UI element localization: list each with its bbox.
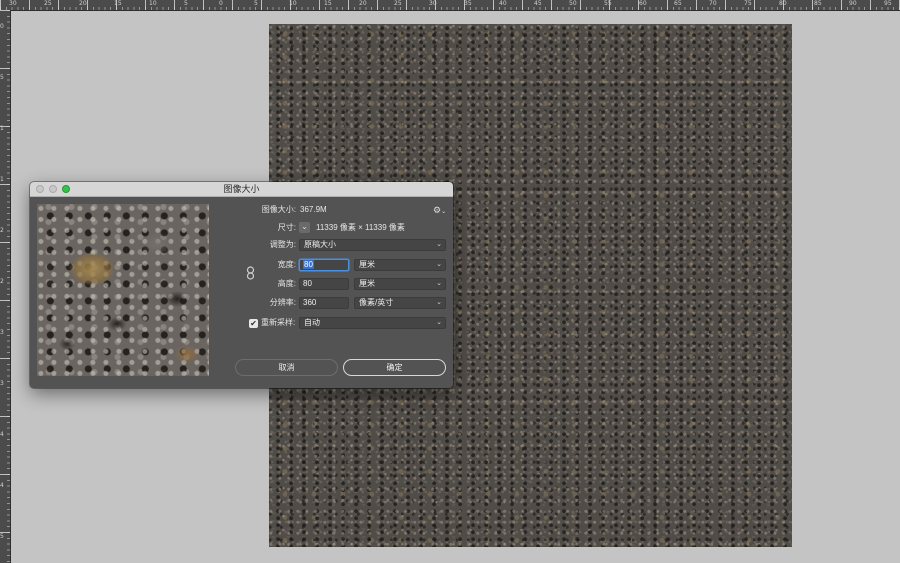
image-size-dialog: 图像大小 图像大小: 367.9M ⚙⌄ 尺寸: ⌄ 11339 像素 × 11… (30, 182, 453, 388)
ruler-number: 20 (79, 0, 87, 7)
ruler-number: 1 (0, 176, 4, 183)
chevron-down-icon: ⌄ (436, 280, 442, 287)
width-input-value: 80 (303, 260, 314, 269)
ruler-number: 3 (0, 329, 4, 336)
ruler-number: 25 (44, 0, 52, 7)
height-unit-value: 厘米 (359, 279, 375, 288)
dimensions-value: 11339 像素 × 11339 像素 (316, 223, 405, 232)
ruler-number: 75 (744, 0, 752, 7)
ruler-number: 15 (324, 0, 332, 7)
ruler-number: 15 (114, 0, 122, 7)
checkmark-icon: ✔ (250, 319, 257, 328)
resample-label: 重新采样: (261, 318, 296, 327)
resolution-unit-select[interactable]: 像素/英寸 ⌄ (354, 297, 446, 309)
width-unit-value: 厘米 (359, 260, 375, 269)
ruler-number: 4 (0, 482, 4, 489)
image-size-label: 图像大小: (261, 205, 296, 214)
ruler-number: 80 (779, 0, 787, 7)
gear-icon[interactable]: ⚙⌄ (433, 205, 446, 217)
height-input[interactable]: 80 (299, 278, 349, 290)
chevron-down-icon: ⌄ (436, 241, 442, 248)
ruler-number: 5 (0, 74, 4, 81)
height-unit-select[interactable]: 厘米 ⌄ (354, 278, 446, 290)
resolution-label: 分辨率: (269, 298, 296, 307)
ruler-number: 95 (884, 0, 892, 7)
dimensions-label: 尺寸: (277, 223, 296, 232)
cancel-button[interactable]: 取消 (235, 359, 338, 376)
ruler-number: 10 (289, 0, 297, 7)
vertical-ruler[interactable]: 0 5 1 1 2 2 3 3 4 4 5 (0, 10, 11, 563)
width-unit-select[interactable]: 厘米 ⌄ (354, 259, 446, 271)
image-size-value: 367.9M (300, 205, 327, 214)
ruler-number: 5 (184, 0, 188, 7)
ruler-number: 0 (0, 23, 4, 30)
ruler-number: 65 (674, 0, 682, 7)
ok-button[interactable]: 确定 (343, 359, 446, 376)
ruler-number: 20 (359, 0, 367, 7)
ruler-number: 10 (149, 0, 157, 7)
resample-method-select[interactable]: 自动 ⌄ (299, 317, 446, 329)
ruler-number: 3 (0, 380, 4, 387)
dimensions-unit-dropdown-button[interactable]: ⌄ (299, 222, 310, 233)
resolution-unit-value: 像素/英寸 (359, 298, 394, 307)
height-input-value: 80 (303, 279, 312, 288)
ruler-number: 30 (9, 0, 17, 7)
chevron-down-icon: ⌄ (436, 319, 442, 326)
ruler-number: 70 (709, 0, 717, 7)
horizontal-ruler[interactable]: 30 25 20 15 10 5 0 5 10 15 20 25 30 35 40 45 50 55 60 65 70 7… (0, 0, 900, 11)
height-label: 高度: (277, 279, 296, 288)
ruler-number: 5 (254, 0, 258, 7)
fit-to-select[interactable]: 原稿大小 ⌄ (299, 239, 446, 251)
resample-checkbox[interactable]: ✔ (249, 319, 258, 328)
width-label: 宽度: (277, 260, 296, 269)
ruler-number: 40 (499, 0, 507, 7)
ruler-number: 50 (569, 0, 577, 7)
dialog-title: 图像大小 (223, 184, 260, 194)
ruler-number: 45 (534, 0, 542, 7)
chevron-down-icon: ⌄ (436, 299, 442, 306)
ruler-number: 55 (604, 0, 612, 7)
resample-method-value: 自动 (304, 318, 320, 327)
resolution-input[interactable]: 360 (299, 297, 349, 309)
ruler-number: 2 (0, 278, 4, 285)
ruler-number: 2 (0, 227, 4, 234)
ruler-number: 5 (0, 533, 4, 540)
chevron-down-icon: ⌄ (436, 261, 442, 268)
dialog-titlebar[interactable]: 图像大小 (30, 182, 453, 197)
fit-to-selected-value: 原稿大小 (304, 240, 336, 249)
resolution-input-value: 360 (303, 298, 317, 307)
ruler-number: 30 (429, 0, 437, 7)
ruler-number: 4 (0, 431, 4, 438)
ruler-number: 35 (464, 0, 472, 7)
ruler-number: 60 (639, 0, 647, 7)
ruler-number: 90 (849, 0, 857, 7)
fit-to-label: 调整为: (269, 240, 296, 249)
ruler-number: 1 (0, 125, 4, 132)
image-preview[interactable] (37, 204, 209, 376)
width-input[interactable]: 80 (299, 259, 349, 271)
ruler-number: 25 (394, 0, 402, 7)
ruler-number: 85 (814, 0, 822, 7)
ruler-number: 0 (219, 0, 223, 7)
